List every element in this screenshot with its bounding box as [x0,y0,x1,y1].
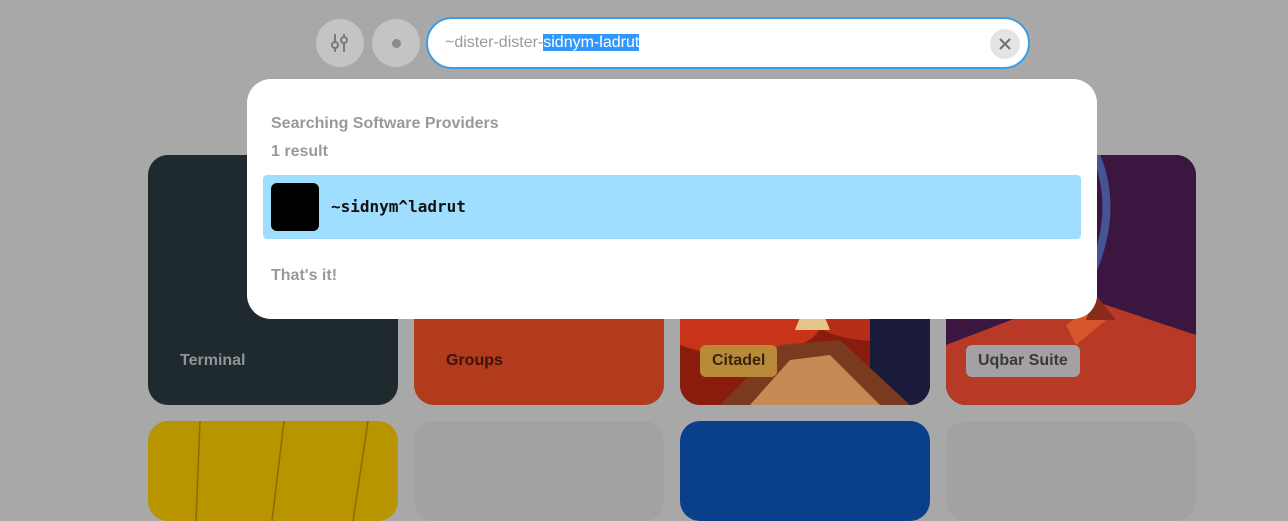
results-count: 1 result [271,143,328,160]
search-text-selection: sidnym-ladrut [543,34,640,51]
tile-label: Citadel [700,345,778,377]
tile-blue[interactable] [680,421,930,521]
yellow-tile-artwork [195,421,369,521]
result-item-name: ~sidnym^ladrut [331,197,466,216]
results-footer: That's it! [271,267,338,284]
status-button[interactable] [372,19,420,67]
dot-icon [391,38,401,48]
sliders-icon [331,34,348,52]
tile-empty-1[interactable] [414,421,664,521]
avatar [271,183,319,231]
close-icon [999,38,1011,50]
search-text-prefix: ~dister-dister- [445,34,544,51]
settings-button[interactable] [316,19,364,67]
search-input-text: ~dister-dister-sidnym-ladrut [445,34,640,52]
search-results-panel: Searching Software Providers 1 result ~s… [247,79,1097,319]
tile-label: Groups [446,352,503,369]
tile-empty-2[interactable] [946,421,1196,521]
result-item[interactable]: ~sidnym^ladrut [263,175,1081,239]
search-input[interactable]: ~dister-dister-sidnym-ladrut [426,17,1030,69]
tile-label: Uqbar Suite [966,345,1080,377]
results-heading: Searching Software Providers [271,115,499,132]
tile-label: Terminal [180,352,246,369]
clear-search-button[interactable] [990,29,1020,59]
tile-yellow[interactable] [148,421,398,521]
